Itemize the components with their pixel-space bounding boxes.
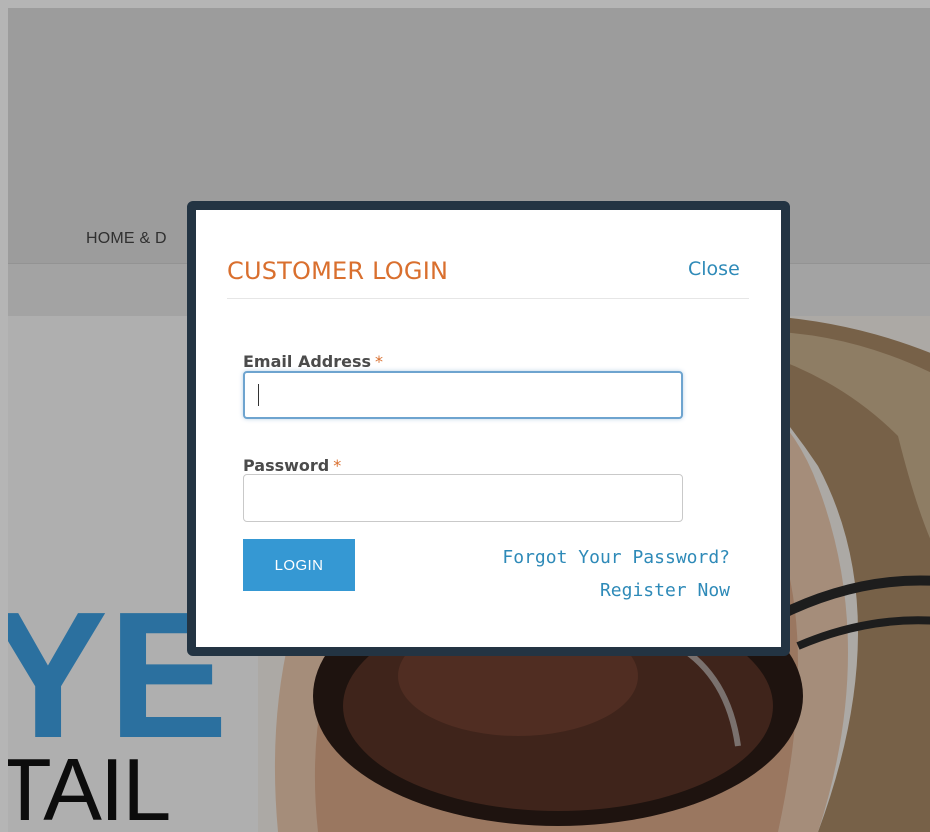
register-now-link[interactable]: Register Now — [600, 580, 730, 601]
email-label: Email Address * — [243, 352, 383, 371]
modal-divider — [227, 298, 749, 299]
customer-login-modal: CUSTOMER LOGIN Close Email Address * Pass… — [187, 201, 790, 656]
password-required-mark: * — [333, 456, 342, 475]
login-button[interactable]: LOGIN — [243, 539, 355, 591]
text-cursor — [258, 384, 259, 406]
email-required-mark: * — [375, 352, 384, 371]
email-label-text: Email Address — [243, 352, 372, 371]
password-label-text: Password — [243, 456, 330, 475]
email-field[interactable] — [243, 371, 683, 419]
modal-title: CUSTOMER LOGIN — [227, 257, 449, 285]
password-field[interactable] — [243, 474, 683, 522]
forgot-password-link[interactable]: Forgot Your Password? — [502, 547, 730, 568]
password-label: Password * — [243, 456, 341, 475]
close-button[interactable]: Close — [688, 258, 740, 280]
